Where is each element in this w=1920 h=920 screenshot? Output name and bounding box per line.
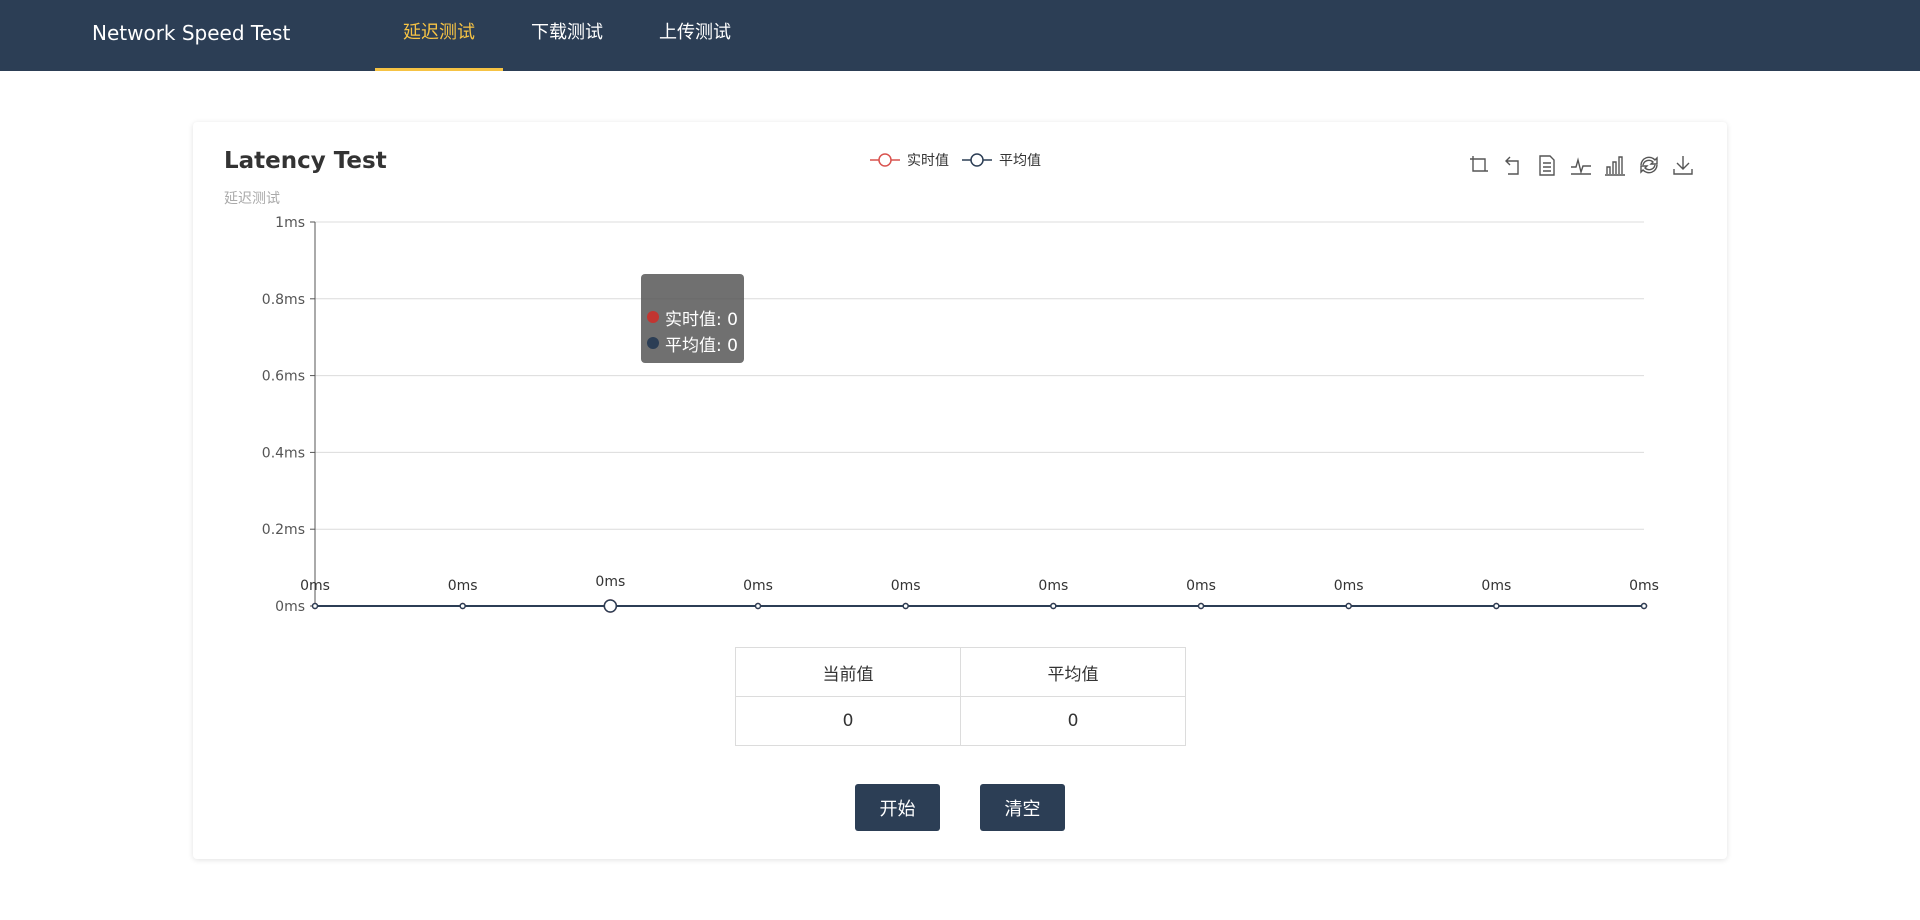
clear-button[interactable]: 清空 [980,784,1065,831]
tab-download-test[interactable]: 下载测试 [503,0,631,71]
stats-header-current: 当前值 [735,647,961,697]
legend-item-average[interactable]: 平均值 [961,150,1041,170]
data-point [603,599,618,613]
top-navbar: Network Speed Test 延迟测试 下载测试 上传测试 [0,0,1920,71]
data-label: 0ms [1334,578,1364,594]
tooltip-average-text: 平均值: 0 [665,335,738,356]
stats-header-row: 当前值 平均值 [735,647,1186,697]
data-point [459,602,466,610]
data-label: 0ms [1481,578,1511,594]
stats-header-average: 平均值 [960,647,1186,697]
data-label: 0ms [448,578,478,594]
y-tick-label: 0.4ms [262,445,305,461]
save-image-icon[interactable] [1669,152,1697,178]
tab-latency-test[interactable]: 延迟测试 [375,0,503,71]
tooltip-realtime-dot [647,311,659,323]
data-point [1050,602,1057,610]
tab-upload-test[interactable]: 上传测试 [631,0,759,71]
tooltip-row-average: 平均值: 0 [647,330,744,356]
data-label: 0ms [1629,578,1659,594]
chart-toolbox [1459,152,1697,178]
data-label: 0ms [1186,578,1216,594]
stats-table: 当前值 平均值 0 0 [735,647,1186,746]
data-label: 0ms [1038,578,1068,594]
legend-label-realtime: 实时值 [907,153,949,169]
data-point [754,602,762,610]
legend-label-average: 平均值 [999,153,1041,169]
data-label: 0ms [595,574,625,590]
y-tick-label: 0ms [275,599,305,615]
data-label: 0ms [743,578,773,594]
chart-title: Latency Test [224,148,387,174]
data-point [902,602,909,610]
stats-value-average: 0 [960,696,1186,746]
tooltip-average-dot [647,337,659,349]
chart-tooltip: 实时值: 0 平均值: 0 [641,274,744,363]
y-tick-label: 0.6ms [262,369,305,385]
data-label: 0ms [891,578,921,594]
stats-value-current: 0 [735,696,961,746]
restore-icon[interactable] [1635,152,1663,178]
legend-item-realtime[interactable]: 实时值 [869,150,949,170]
data-point [1640,602,1648,610]
data-view-icon[interactable] [1533,152,1561,178]
y-tick-label: 0.2ms [262,522,305,538]
data-point [1197,602,1205,610]
line-chart-icon[interactable] [1567,152,1595,178]
stats-value-row: 0 0 [735,696,1186,746]
legend-realtime-icon [870,153,900,167]
bar-chart-icon[interactable] [1601,152,1629,178]
y-tick-label: 0.8ms [262,292,305,308]
latency-card: 0ms 0.2ms 0.4ms 0.6ms 0.8ms 1ms 0ms 0ms 0ms 0ms 0m… [193,122,1727,859]
nav-tabs: 延迟测试 下载测试 上传测试 [375,0,759,71]
tooltip-row-realtime: 实时值: 0 [647,304,744,330]
y-tick-label: 1ms [275,215,305,231]
start-button[interactable]: 开始 [855,784,940,831]
latency-chart: 0ms 0.2ms 0.4ms 0.6ms 0.8ms 1ms 0ms 0ms 0ms 0ms 0m… [262,215,1659,615]
zoom-reset-icon[interactable] [1499,152,1527,178]
app-brand[interactable]: Network Speed Test [92,0,290,66]
tooltip-realtime-text: 实时值: 0 [665,309,738,330]
data-point [311,602,319,610]
legend-average-icon [962,153,992,167]
chart-legend: 实时值 平均值 [869,150,1053,170]
zoom-icon[interactable] [1465,152,1493,178]
data-point [1345,602,1352,610]
chart-subtitle: 延迟测试 [224,191,280,207]
data-point [1493,602,1500,610]
data-label: 0ms [300,578,330,594]
